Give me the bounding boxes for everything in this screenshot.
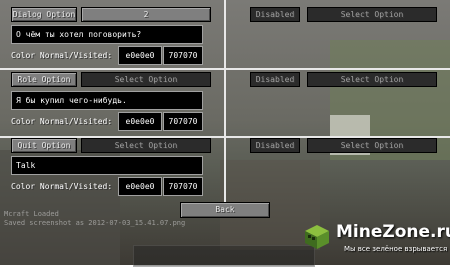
quit-select-button[interactable]: Select Option <box>81 138 211 153</box>
dialog-text-value: О чём ты хотел поговорить? <box>16 30 142 39</box>
color-label: Color Normal/Visited: <box>11 182 113 191</box>
role-text-value: Я бы купил чего-нибудь. <box>16 96 127 105</box>
select-option-button[interactable]: Select Option <box>307 7 437 22</box>
disabled-button[interactable]: Disabled <box>250 7 300 22</box>
dialog-option-button[interactable]: Dialog Option <box>11 7 77 22</box>
quit-option-button[interactable]: Quit Option <box>11 138 77 153</box>
quit-text-value: Talk <box>16 161 36 170</box>
color-normal-field[interactable]: e0e0e0 <box>118 46 162 65</box>
disabled-button[interactable]: Disabled <box>250 138 300 153</box>
creeper-cube-icon <box>305 225 329 249</box>
logo-subtitle: Мы все зелёное взрывается <box>344 245 448 253</box>
dialog-select-button[interactable]: 2 <box>81 7 211 22</box>
color-label: Color Normal/Visited: <box>11 117 113 126</box>
color-visited-field[interactable]: 707070 <box>163 112 203 131</box>
color-normal-field[interactable]: e0e0e0 <box>118 112 162 131</box>
role-select-button[interactable]: Select Option <box>81 72 211 87</box>
disabled-button[interactable]: Disabled <box>250 72 300 87</box>
row-divider-1 <box>0 68 450 70</box>
select-option-button[interactable]: Select Option <box>307 138 437 153</box>
select-option-button[interactable]: Select Option <box>307 72 437 87</box>
color-visited-field[interactable]: 707070 <box>163 177 203 196</box>
minezone-logo: MineZone.ru Мы все зелёное взрывается <box>300 218 450 265</box>
color-visited-field[interactable]: 707070 <box>163 46 203 65</box>
chat-log-line: Mcraft Loaded <box>4 210 59 218</box>
role-text-field[interactable]: Я бы купил чего-нибудь. <box>11 91 203 110</box>
dialog-text-field[interactable]: О чём ты хотел поговорить? <box>11 25 203 44</box>
chat-log-line: Saved screenshot as 2012-07-03_15.41.07.… <box>4 219 186 227</box>
back-button[interactable]: Back <box>180 202 270 218</box>
role-option-button[interactable]: Role Option <box>11 72 77 87</box>
color-normal-field[interactable]: e0e0e0 <box>118 177 162 196</box>
logo-title: MineZone.ru <box>336 222 450 242</box>
hotbar <box>133 245 315 267</box>
quit-text-field[interactable]: Talk <box>11 156 203 175</box>
color-label: Color Normal/Visited: <box>11 51 113 60</box>
column-divider <box>224 0 226 208</box>
